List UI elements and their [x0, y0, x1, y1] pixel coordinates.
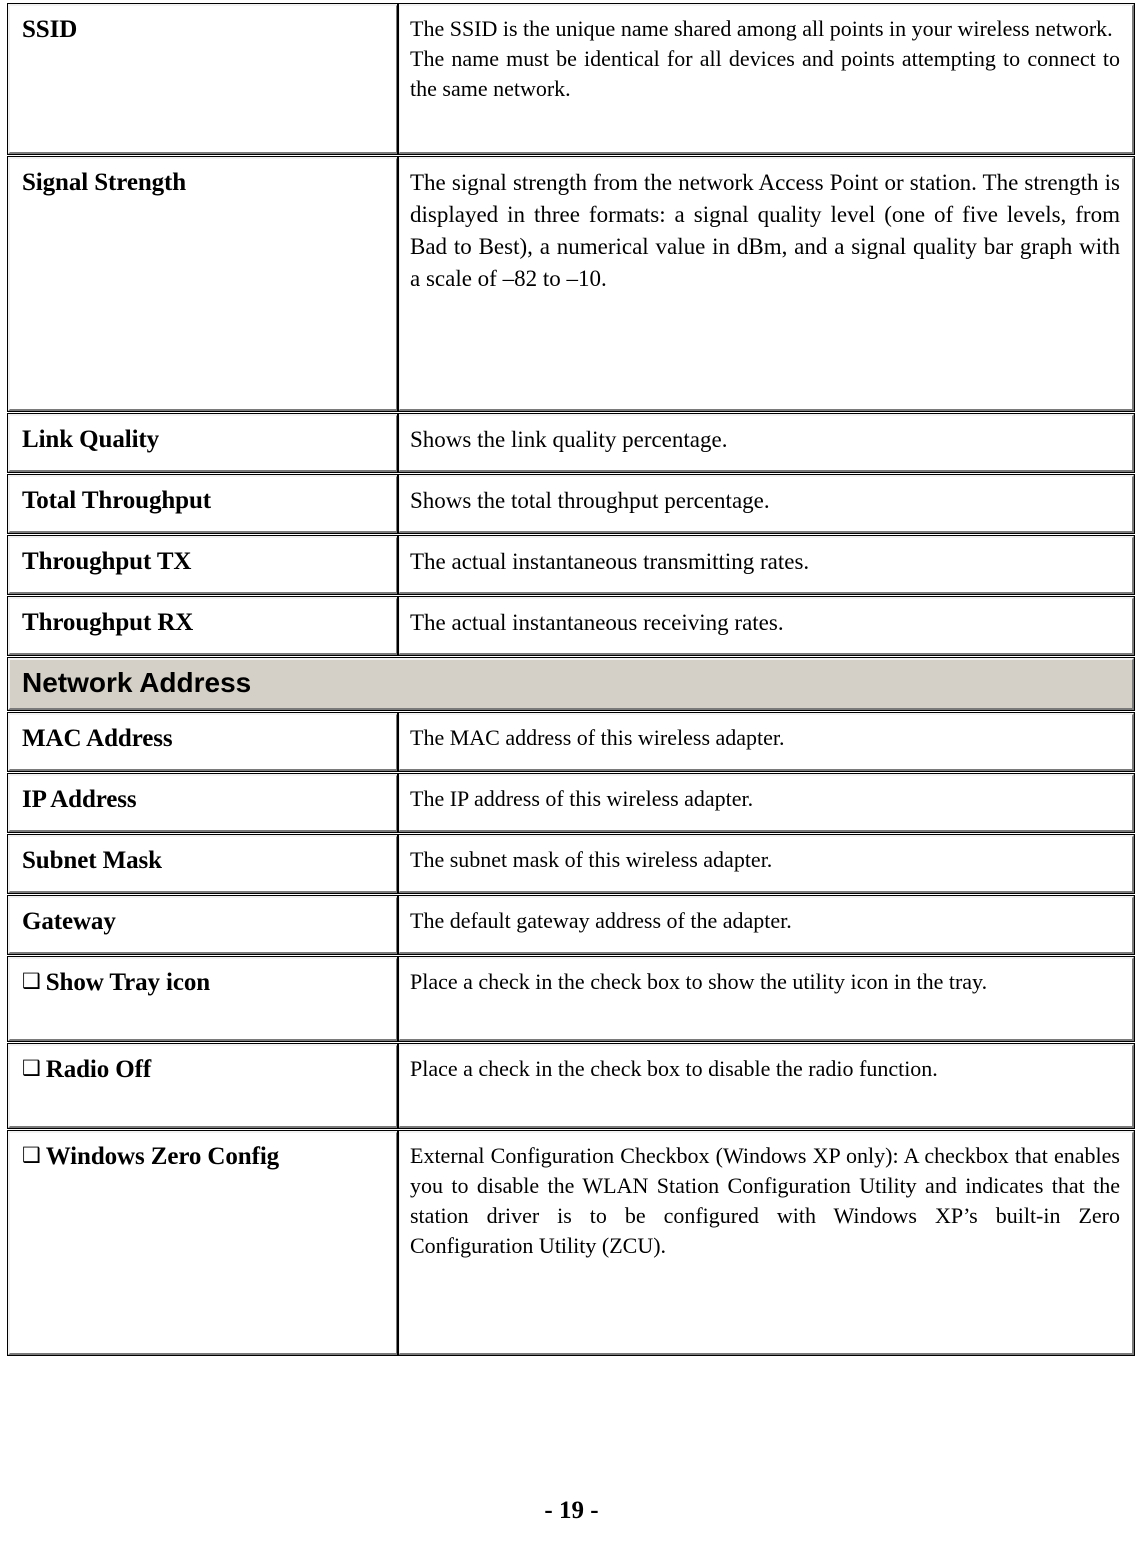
description-cell: The MAC address of this wireless adapter… [397, 712, 1135, 772]
table-row: ❑ Windows Zero Config External Configurati… [7, 1130, 1135, 1356]
description-text: Shows the total throughput percentage. [397, 474, 1135, 534]
term-label: SSID [22, 16, 78, 43]
term-cell: IP Address [7, 773, 399, 833]
description-cell: Place a check in the check box to show t… [397, 956, 1135, 1042]
term-label: Throughput RX [22, 609, 194, 636]
term-label: Signal Strength [22, 169, 187, 196]
description-cell: Place a check in the check box to disabl… [397, 1043, 1135, 1129]
description-text: External Configuration Checkbox (Windows… [397, 1130, 1135, 1356]
description-cell: Shows the link quality percentage. [397, 413, 1135, 473]
table-row: IP Address The IP address of this wireles… [7, 773, 1135, 833]
description-text: The subnet mask of this wireless adapter… [397, 834, 1135, 894]
table-row: Subnet Mask The subnet mask of this wirel… [7, 834, 1135, 894]
term-cell: ❑ Windows Zero Config [7, 1130, 399, 1356]
term-label: Radio Off [45, 1056, 152, 1083]
table-row: MAC Address The MAC address of this wirel… [7, 712, 1135, 772]
term-label-box: Throughput TX [7, 535, 399, 595]
description-cell: External Configuration Checkbox (Windows… [397, 1130, 1135, 1356]
term-label: Show Tray icon [45, 969, 211, 996]
description-cell: The subnet mask of this wireless adapter… [397, 834, 1135, 894]
row-gap [8, 1355, 1134, 1358]
term-label-box: ❑ Radio Off [7, 1043, 399, 1129]
table-row: ❑ Show Tray icon Place a check in the chec… [7, 956, 1135, 1042]
description-cell: The IP address of this wireless adapter. [397, 773, 1135, 833]
table-row: SSID The SSID is the unique name shared a… [7, 3, 1135, 155]
description-cell: Shows the total throughput percentage. [397, 474, 1135, 534]
table-row: Total Throughput Shows the total throughp… [7, 474, 1135, 534]
description-text: The signal strength from the network Acc… [397, 156, 1135, 412]
description-text: The IP address of this wireless adapter. [397, 773, 1135, 833]
description-text: Place a check in the check box to show t… [397, 956, 1135, 1042]
term-cell: SSID [7, 3, 399, 155]
term-cell: MAC Address [7, 712, 399, 772]
term-label: Windows Zero Config [45, 1143, 280, 1170]
term-cell: Throughput TX [7, 535, 399, 595]
term-label-box: Total Throughput [7, 474, 399, 534]
table-row: Link Quality Shows the link quality perce… [7, 413, 1135, 473]
term-label-box: ❑ Show Tray icon [7, 956, 399, 1042]
description-text: Place a check in the check box to disabl… [397, 1043, 1135, 1129]
term-label: IP Address [22, 786, 137, 813]
description-text: Shows the link quality percentage. [397, 413, 1135, 473]
term-label: Throughput TX [22, 548, 192, 575]
term-cell: Total Throughput [7, 474, 399, 534]
description-text: The actual instantaneous transmitting ra… [397, 535, 1135, 595]
table-row: Signal Strength The signal strength from … [7, 156, 1135, 412]
description-text: The actual instantaneous receiving rates… [397, 596, 1135, 656]
description-cell: The SSID is the unique name shared among… [397, 3, 1135, 155]
term-cell: ❑ Radio Off [7, 1043, 399, 1129]
section-title: Network Address [7, 657, 1135, 711]
term-cell: ❑ Show Tray icon [7, 956, 399, 1042]
table-row: Throughput RX The actual instantaneous re… [7, 596, 1135, 656]
term-label: Total Throughput [22, 487, 212, 514]
specification-table: SSID The SSID is the unique name shared a… [7, 3, 1135, 1358]
description-cell: The actual instantaneous transmitting ra… [397, 535, 1135, 595]
page-number: - 19 - [544, 1497, 599, 1524]
term-label-box: MAC Address [7, 712, 399, 772]
section-header-cell: Network Address [7, 657, 1135, 711]
table-row: Throughput TX The actual instantaneous tr… [7, 535, 1135, 595]
term-label-box: Throughput RX [7, 596, 399, 656]
term-label-box: Subnet Mask [7, 834, 399, 894]
description-text: The MAC address of this wireless adapter… [397, 712, 1135, 772]
term-cell: Link Quality [7, 413, 399, 473]
term-label-box: Gateway [7, 895, 399, 955]
term-label: Link Quality [22, 426, 160, 453]
checkbox-icon[interactable]: ❑ [22, 1140, 41, 1170]
checkbox-icon[interactable]: ❑ [22, 966, 41, 996]
term-label-box: Link Quality [7, 413, 399, 473]
table-row: ❑ Radio Off Place a check in the check box… [7, 1043, 1135, 1129]
term-label-box: ❑ Windows Zero Config [7, 1130, 399, 1356]
description-cell: The default gateway address of the adapt… [397, 895, 1135, 955]
description-text: The SSID is the unique name shared among… [397, 3, 1135, 155]
section-header-row: Network Address [7, 657, 1135, 711]
term-label-box: IP Address [7, 773, 399, 833]
term-label: Subnet Mask [22, 847, 162, 874]
document-page: SSID The SSID is the unique name shared a… [0, 0, 1143, 1556]
description-text: The default gateway address of the adapt… [397, 895, 1135, 955]
description-cell: The actual instantaneous receiving rates… [397, 596, 1135, 656]
term-cell: Subnet Mask [7, 834, 399, 894]
term-cell: Gateway [7, 895, 399, 955]
term-cell: Throughput RX [7, 596, 399, 656]
table-row: Gateway The default gateway address of th… [7, 895, 1135, 955]
term-label-box: SSID [7, 3, 399, 155]
term-cell: Signal Strength [7, 156, 399, 412]
term-label-box: Signal Strength [7, 156, 399, 412]
description-cell: The signal strength from the network Acc… [397, 156, 1135, 412]
term-label: MAC Address [22, 725, 173, 752]
checkbox-icon[interactable]: ❑ [22, 1053, 41, 1083]
term-label: Gateway [22, 908, 116, 935]
